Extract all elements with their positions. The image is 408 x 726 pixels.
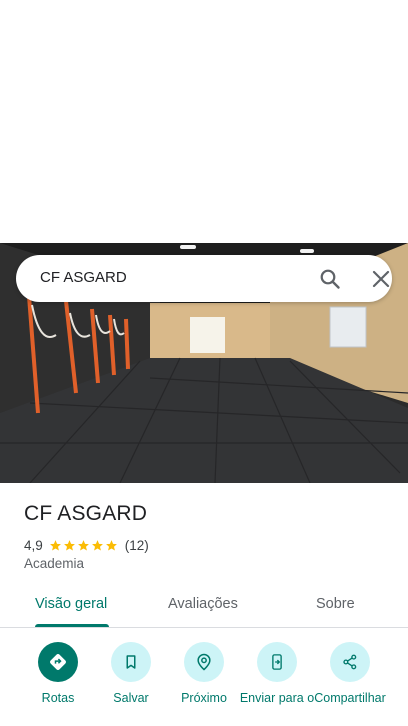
star-icon [105, 539, 117, 551]
action-buttons-row: Rotas Salvar Próximo Enviar para o Compa… [0, 640, 408, 726]
search-icon[interactable] [318, 267, 342, 291]
place-category: Academia [24, 556, 85, 571]
search-bar[interactable]: CF ASGARD [16, 255, 392, 302]
tab-reviews[interactable]: Avaliações [168, 596, 238, 612]
save-button-circle[interactable] [111, 642, 151, 682]
tab-bar: Visão geral Avaliações Sobre [0, 584, 408, 628]
star-icon [91, 539, 103, 551]
star-icon [77, 539, 89, 551]
tab-about[interactable]: Sobre [316, 596, 355, 612]
share-button[interactable]: Compartilhar [312, 642, 388, 705]
rating-row[interactable]: 4,9 (12) [24, 536, 149, 554]
send-to-phone-label: Enviar para o [239, 691, 315, 705]
star-rating [49, 539, 119, 552]
directions-button[interactable]: Rotas [20, 642, 96, 705]
directions-button-circle[interactable] [38, 642, 78, 682]
nearby-label: Próximo [181, 691, 227, 705]
tab-overview[interactable]: Visão geral [35, 596, 107, 612]
share-icon [343, 654, 357, 670]
nearby-button[interactable]: Próximo [166, 642, 242, 705]
save-label: Salvar [113, 691, 149, 705]
directions-label: Rotas [41, 691, 75, 705]
share-button-circle[interactable] [330, 642, 370, 682]
search-query-text[interactable]: CF ASGARD [40, 269, 127, 286]
nearby-button-circle[interactable] [184, 642, 224, 682]
bookmark-icon [126, 655, 136, 669]
active-tab-indicator [35, 624, 109, 627]
send-to-phone-icon [272, 654, 282, 670]
save-button[interactable]: Salvar [93, 642, 169, 705]
review-count[interactable]: (12) [125, 538, 149, 553]
nearby-icon [197, 653, 211, 671]
send-to-phone-button[interactable]: Enviar para o [239, 642, 315, 705]
directions-icon [50, 654, 66, 670]
star-icon [63, 539, 75, 551]
map-area-blank [0, 0, 408, 243]
star-icon [49, 539, 61, 551]
close-icon[interactable] [369, 267, 393, 291]
send-to-phone-button-circle[interactable] [257, 642, 297, 682]
place-title: CF ASGARD [24, 502, 148, 525]
rating-value: 4,9 [24, 537, 43, 553]
share-label: Compartilhar [314, 691, 386, 705]
